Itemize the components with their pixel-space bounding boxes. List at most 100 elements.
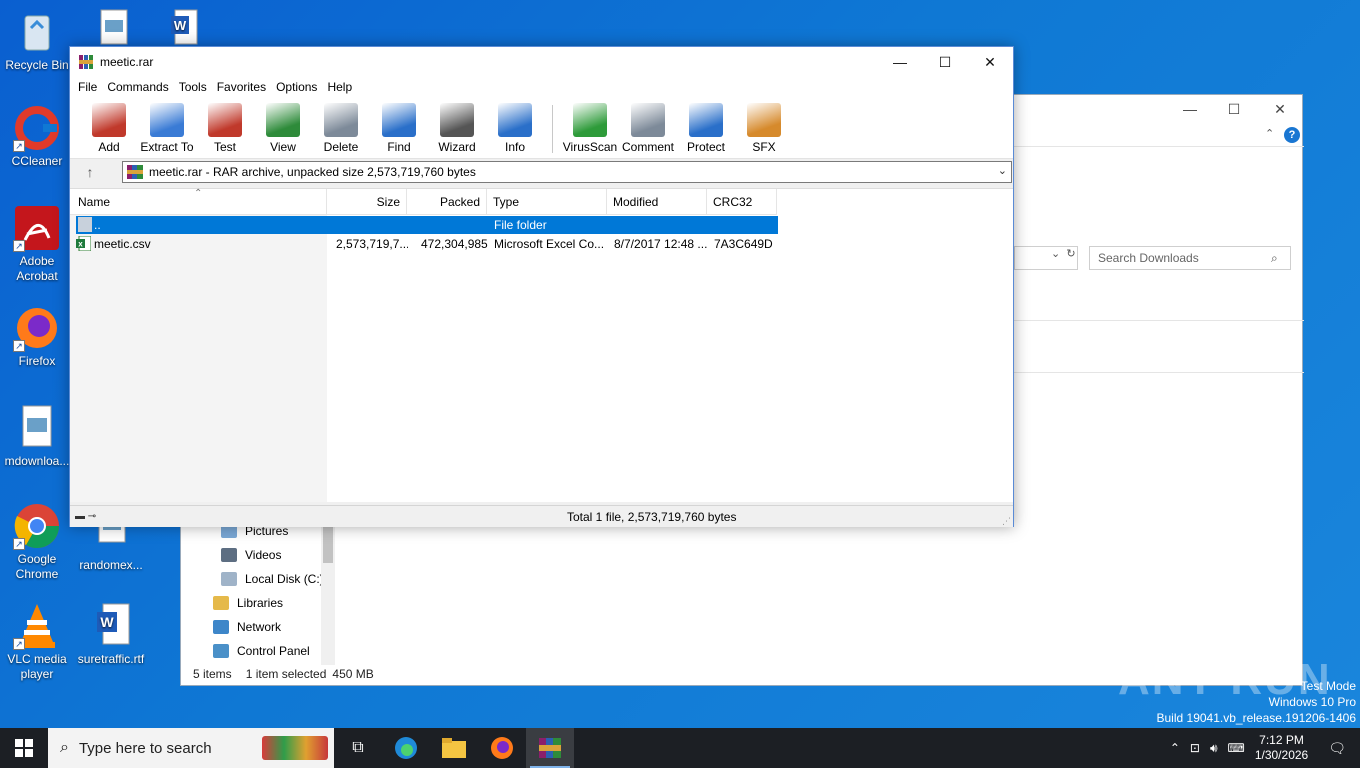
toolbar-button-label: Protect [686,140,725,154]
edge-icon [395,737,417,759]
navigation-pane: Pictures Videos Local Disk (C:) Librarie… [201,519,341,663]
nav-item-network[interactable]: Network [201,615,341,639]
toolbar-button-view[interactable]: View [254,97,312,154]
column-header-crc32[interactable]: CRC32 [707,189,777,215]
toolbar-button-find[interactable]: Find [370,97,428,154]
volume-icon[interactable]: 🔊︎ [1210,741,1218,756]
toolbar-button-extract-to[interactable]: Extract To [138,97,196,154]
nav-item-control-panel[interactable]: Control Panel [201,639,341,663]
file-explorer-taskbar-button[interactable] [430,728,478,768]
nav-item-local-disk[interactable]: Local Disk (C:) [201,567,341,591]
column-header-size[interactable]: Size [327,189,407,215]
menu-commands[interactable]: Commands [105,80,176,94]
desktop-icon-ccleaner[interactable]: ↗ CCleaner [2,104,72,169]
control-panel-icon [213,644,229,658]
windows-edition-line: Windows 10 Pro [1268,695,1356,709]
gift-icon [262,736,328,760]
extract-folder-icon [150,103,184,137]
winrar-app-icon [79,55,93,69]
address-dropdown[interactable]: ⌄ ↻ [1014,246,1078,270]
firefox-taskbar-button[interactable] [478,728,526,768]
archive-path-text: meetic.rar - RAR archive, unpacked size … [149,165,476,179]
file-modified: 8/7/2017 12:48 ... [614,237,708,251]
column-header-name[interactable]: Name ⌃ [70,188,327,215]
network-icon[interactable]: ⊡ [1190,741,1200,755]
winrar-window[interactable]: meetic.rar — ☐ ✕ File Commands Tools Fav… [69,46,1014,527]
help-icon[interactable]: ? [1284,127,1300,143]
desktop-icon-acrobat[interactable]: ↗ Adobe Acrobat [2,204,72,284]
column-header-packed[interactable]: Packed [407,189,487,215]
item-count: 5 items [193,667,232,681]
column-header-modified[interactable]: Modified [607,189,707,215]
maximize-button[interactable]: ☐ [922,47,968,77]
ime-icon[interactable]: ⌨ [1228,741,1245,755]
toolbar-button-protect[interactable]: Protect [677,97,735,154]
nav-item-videos[interactable]: Videos [201,543,341,567]
toolbar-button-virusscan[interactable]: VirusScan [561,97,619,154]
table-row[interactable]: .. File folder [76,216,778,234]
nav-item-libraries[interactable]: Libraries [201,591,341,615]
menu-tools[interactable]: Tools [177,80,215,94]
table-row[interactable]: x meetic.csv 2,573,719,7... 472,304,985 … [76,235,778,253]
test-mode-line: Test Mode [1300,679,1356,693]
desktop-icon-recycle-bin[interactable]: Recycle Bin [2,8,72,73]
winrar-taskbar-button[interactable] [526,728,574,768]
toolbar-button-test[interactable]: Test [196,97,254,154]
column-header-type[interactable]: Type [487,189,607,215]
shortcut-arrow-icon: ↗ [13,340,25,352]
notification-icon[interactable]: 🗨︎ [1328,740,1346,757]
status-text: Total 1 file, 2,573,719,760 bytes [567,510,737,524]
task-view-button[interactable]: ⧉ [334,728,382,768]
menu-help[interactable]: Help [325,80,360,94]
toolbar-button-info[interactable]: Info [486,97,544,154]
edge-taskbar-button[interactable] [382,728,430,768]
close-button[interactable]: ✕ [967,47,1013,77]
desktop-icon-vlc[interactable]: ↗ VLC media player [2,602,72,682]
desktop-icon-firefox[interactable]: ↗ Firefox [2,304,72,369]
chevron-down-icon[interactable]: ⌄ [998,164,1007,177]
toolbar: Add Extract To Test View Delete Find Wizard Inf… [70,97,1013,159]
toolbar-button-add[interactable]: Add [80,97,138,154]
chevron-up-icon[interactable]: ⌃ [1170,741,1180,755]
desktop-icon-label: CCleaner [11,154,63,168]
info-icon [498,103,532,137]
search-input[interactable]: Search Downloads [1089,246,1291,270]
minimize-button[interactable]: — [877,47,923,77]
toolbar-button-comment[interactable]: Comment [619,97,677,154]
nav-scrollbar[interactable] [321,519,335,665]
archive-path-field[interactable]: meetic.rar - RAR archive, unpacked size … [122,161,1012,183]
toolbar-separator [552,105,553,153]
add-archive-icon [92,103,126,137]
up-folder-icon[interactable]: ↑ [70,164,110,180]
toolbar-button-delete[interactable]: Delete [312,97,370,154]
menu-favorites[interactable]: Favorites [215,80,274,94]
menu-options[interactable]: Options [274,80,325,94]
file-crc: 7A3C649D [714,237,773,251]
taskbar-search-input[interactable]: ⌕ Type here to search [48,728,334,768]
libraries-icon [213,596,229,610]
desktop-icon-mdownload[interactable]: mdownloa... [2,404,72,469]
network-icon [213,620,229,634]
minimize-button[interactable]: — [1175,101,1205,117]
close-button[interactable]: ✕ [1265,101,1295,118]
start-button[interactable] [0,728,48,768]
clock[interactable]: 7:12 PM 1/30/2026 [1255,733,1308,763]
desktop-icon-chrome[interactable]: ↗ Google Chrome [2,502,72,582]
toolbar-button-sfx[interactable]: SFX [735,97,793,154]
test-clipboard-icon [208,103,242,137]
chrome-icon: ↗ [13,502,61,550]
collapse-ribbon-icon[interactable]: ⌃ [1265,127,1274,140]
desktop-icon-suretraffic[interactable]: W suretraffic.rtf [76,602,146,667]
svg-text:x: x [78,240,83,249]
toolbar-button-wizard[interactable]: Wizard [428,97,486,154]
parent-folder-icon [78,217,92,232]
selection-count: 1 item selected [245,667,327,681]
menu-file[interactable]: File [76,80,105,94]
maximize-button[interactable]: ☐ [1219,101,1249,118]
search-icon: ⌕ [1271,251,1278,265]
resize-grip-icon[interactable]: ⋰ [1002,510,1011,532]
toolbar-button-label: Info [504,140,525,154]
ccleaner-icon: ↗ [13,104,61,152]
comment-icon [631,103,665,137]
title-bar[interactable]: meetic.rar — ☐ ✕ [70,47,1013,77]
